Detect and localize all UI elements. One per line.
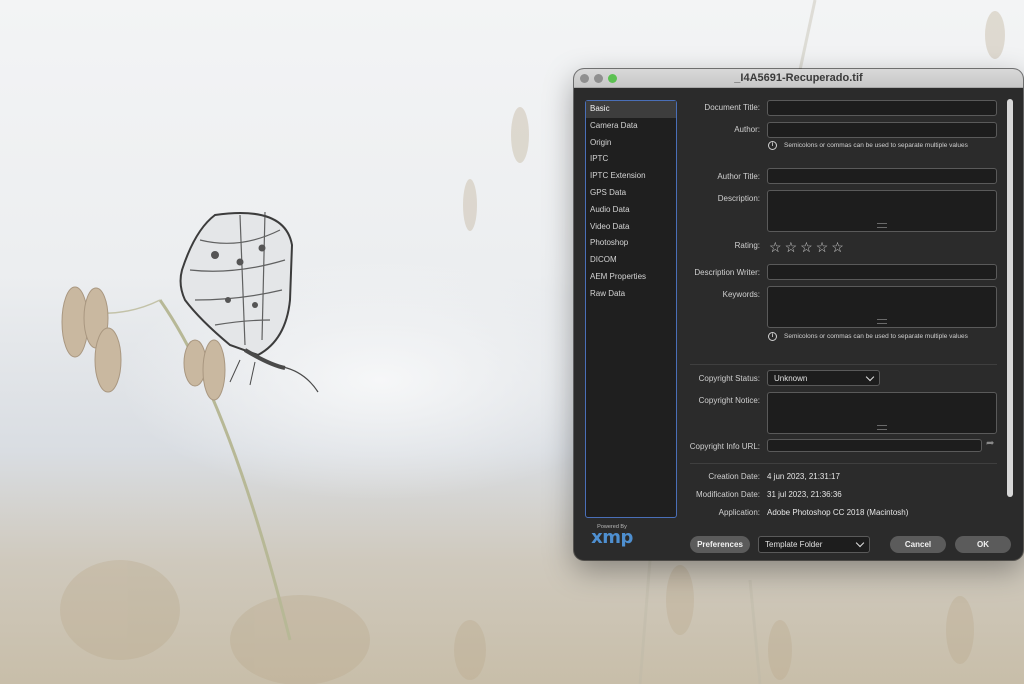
author-hint: i Semicolons or commas can be used to se… bbox=[768, 141, 968, 150]
star-5-icon[interactable]: ☆ bbox=[831, 240, 844, 254]
author-hint-text: Semicolons or commas can be used to sepa… bbox=[784, 142, 968, 149]
preferences-button[interactable]: Preferences bbox=[690, 536, 750, 553]
copyright-status-label: Copyright Status: bbox=[698, 374, 760, 383]
xmp-logo: Powered By xmp bbox=[587, 524, 637, 548]
rating-label: Rating: bbox=[734, 241, 760, 250]
creation-date-label: Creation Date: bbox=[708, 472, 760, 481]
star-2-icon[interactable]: ☆ bbox=[785, 240, 798, 254]
scrollbar[interactable] bbox=[1007, 99, 1013, 497]
chevron-down-icon bbox=[865, 372, 875, 382]
keywords-hint-text: Semicolons or commas can be used to sepa… bbox=[784, 333, 968, 340]
section-divider bbox=[690, 463, 997, 464]
titlebar: _I4A5691-Recuperado.tif bbox=[574, 69, 1023, 88]
keywords-label: Keywords: bbox=[722, 290, 760, 299]
rating-stars: ☆ ☆ ☆ ☆ ☆ bbox=[769, 240, 844, 254]
description-label: Description: bbox=[717, 194, 760, 203]
xmp-logo-text: xmp bbox=[591, 527, 633, 548]
info-icon: i bbox=[768, 332, 777, 341]
description-textarea[interactable] bbox=[767, 190, 997, 232]
author-title-input[interactable] bbox=[767, 168, 997, 184]
copyright-notice-textarea[interactable] bbox=[767, 392, 997, 434]
info-icon: i bbox=[768, 141, 777, 150]
author-title-label: Author Title: bbox=[717, 172, 760, 181]
document-title-label: Document Title: bbox=[704, 103, 760, 112]
copyright-status-value: Unknown bbox=[774, 373, 808, 383]
category-dicom[interactable]: DICOM bbox=[586, 252, 676, 269]
chevron-down-icon bbox=[855, 538, 865, 548]
application-label: Application: bbox=[718, 508, 760, 517]
category-iptc[interactable]: IPTC bbox=[586, 151, 676, 168]
copyright-notice-label: Copyright Notice: bbox=[698, 396, 760, 405]
star-1-icon[interactable]: ☆ bbox=[769, 240, 782, 254]
description-writer-label: Description Writer: bbox=[694, 268, 760, 277]
cancel-button[interactable]: Cancel bbox=[890, 536, 946, 553]
category-list: Basic Camera Data Origin IPTC IPTC Exten… bbox=[585, 100, 677, 518]
template-folder-value: Template Folder bbox=[765, 540, 823, 549]
copyright-url-input[interactable] bbox=[767, 439, 982, 452]
category-video-data[interactable]: Video Data bbox=[586, 219, 676, 236]
window-title: _I4A5691-Recuperado.tif bbox=[734, 72, 863, 84]
open-url-arrow-icon[interactable]: ➦ bbox=[986, 438, 994, 449]
file-info-dialog: _I4A5691-Recuperado.tif Basic Camera Dat… bbox=[574, 69, 1023, 560]
author-input[interactable] bbox=[767, 122, 997, 138]
category-audio-data[interactable]: Audio Data bbox=[586, 202, 676, 219]
star-4-icon[interactable]: ☆ bbox=[816, 240, 829, 254]
description-writer-input[interactable] bbox=[767, 264, 997, 280]
template-folder-select[interactable]: Template Folder bbox=[758, 536, 870, 553]
modification-date-label: Modification Date: bbox=[695, 490, 760, 499]
section-divider bbox=[690, 364, 997, 365]
category-origin[interactable]: Origin bbox=[586, 135, 676, 152]
copyright-status-select[interactable]: Unknown bbox=[767, 370, 880, 386]
creation-date-value: 4 jun 2023, 21:31:17 bbox=[767, 472, 840, 481]
copyright-url-label: Copyright Info URL: bbox=[689, 442, 760, 451]
document-title-input[interactable] bbox=[767, 100, 997, 116]
ok-button[interactable]: OK bbox=[955, 536, 1011, 553]
application-value: Adobe Photoshop CC 2018 (Macintosh) bbox=[767, 508, 909, 517]
star-3-icon[interactable]: ☆ bbox=[800, 240, 813, 254]
keywords-hint: i Semicolons or commas can be used to se… bbox=[768, 332, 968, 341]
keywords-textarea[interactable] bbox=[767, 286, 997, 328]
author-label: Author: bbox=[734, 125, 760, 134]
modification-date-value: 31 jul 2023, 21:36:36 bbox=[767, 490, 842, 499]
